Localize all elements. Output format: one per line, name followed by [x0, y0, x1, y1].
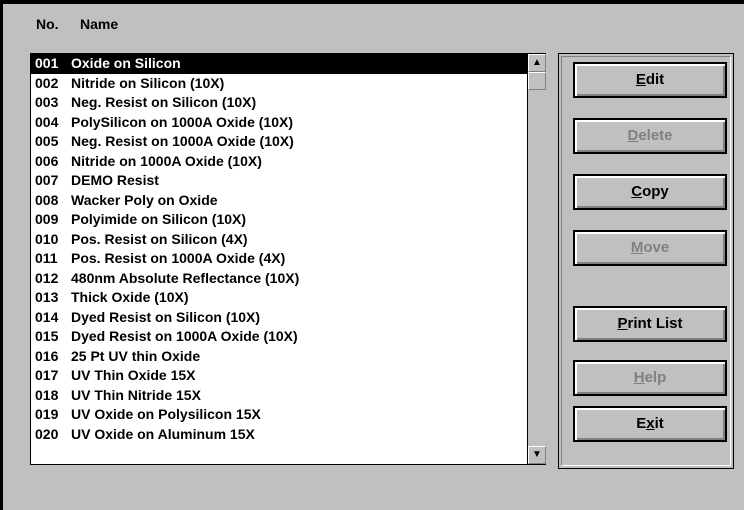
list-item-name: Nitride on Silicon (10X)	[71, 74, 225, 91]
list-item-number: 019	[35, 406, 59, 422]
recipe-listbox[interactable]: 001 Oxide on Silicon 002 Nitride on Silicon…	[30, 53, 546, 465]
list-item-name: Thick Oxide (10X)	[71, 289, 189, 305]
button-mnemonic: H	[633, 369, 645, 386]
scroll-down-button[interactable]: ▼	[528, 446, 546, 464]
column-header-name: Name	[80, 16, 119, 32]
list-item-name: Oxide on Silicon	[71, 55, 181, 71]
list-item[interactable]: 015 Dyed Resist on 1000A Oxide (10X)	[31, 327, 527, 347]
button-label-suffix: it	[654, 415, 664, 432]
edit-button[interactable]: Edit	[573, 62, 727, 98]
button-label-suffix: ove	[643, 239, 670, 256]
list-item[interactable]: 013 Thick Oxide (10X)	[31, 288, 527, 308]
scroll-thumb[interactable]	[528, 72, 546, 90]
list-header: No. Name	[0, 4, 744, 42]
list-item[interactable]: 019 UV Oxide on Polysilicon 15X	[31, 405, 527, 425]
list-item[interactable]: 012 480nm Absolute Reflectance (10X)	[31, 269, 527, 289]
list-item[interactable]: 004 PolySilicon on 1000A Oxide (10X)	[31, 113, 527, 133]
button-label-suffix: elete	[638, 127, 673, 144]
copy-button[interactable]: Copy	[573, 174, 727, 210]
exit-button[interactable]: Exit	[573, 406, 727, 442]
list-item[interactable]: 001 Oxide on Silicon	[31, 54, 527, 74]
delete-button[interactable]: Delete	[573, 118, 727, 154]
button-mnemonic: C	[631, 183, 643, 200]
button-mnemonic: x	[646, 415, 655, 432]
list-item-name: Polyimide on Silicon (10X)	[71, 211, 247, 227]
button-label-suffix: rint List	[627, 315, 683, 332]
list-item-name: Neg. Resist on Silicon (10X)	[71, 94, 257, 110]
list-item-number: 003	[35, 94, 59, 110]
list-item-name: PolySilicon on 1000A Oxide (10X)	[71, 113, 293, 130]
list-item-number: 005	[35, 133, 59, 149]
list-item-name: 25 Pt UV thin Oxide	[71, 347, 201, 364]
list-item-name: UV Oxide on Aluminum 15X	[71, 425, 255, 442]
button-mnemonic: M	[630, 239, 644, 256]
list-item-name: 480nm Absolute Reflectance (10X)	[71, 269, 300, 286]
list-item-number: 010	[35, 230, 59, 247]
list-item-number: 009	[35, 211, 59, 227]
list-item-name: Dyed Resist on Silicon (10X)	[71, 308, 261, 325]
list-item[interactable]: 010 Pos. Resist on Silicon (4X)	[31, 230, 527, 250]
list-item-number: 015	[35, 328, 59, 344]
button-label-prefix: E	[636, 415, 647, 432]
list-item[interactable]: 006 Nitride on 1000A Oxide (10X)	[31, 152, 527, 172]
move-button[interactable]: Move	[573, 230, 727, 266]
list-item[interactable]: 016 25 Pt UV thin Oxide	[31, 347, 527, 367]
list-item-number: 018	[35, 386, 59, 403]
list-item-number: 002	[35, 74, 59, 91]
list-item-name: Dyed Resist on 1000A Oxide (10X)	[71, 328, 298, 344]
list-item-name: Wacker Poly on Oxide	[71, 191, 218, 208]
list-item-number: 008	[35, 191, 59, 208]
list-item[interactable]: 011 Pos. Resist on 1000A Oxide (4X)	[31, 249, 527, 269]
list-item-name: Neg. Resist on 1000A Oxide (10X)	[71, 133, 294, 149]
list-item[interactable]: 008 Wacker Poly on Oxide	[31, 191, 527, 211]
button-label-suffix: elp	[644, 369, 667, 386]
list-item-number: 007	[35, 172, 59, 188]
help-button[interactable]: Help	[573, 360, 727, 396]
list-item[interactable]: 003 Neg. Resist on Silicon (10X)	[31, 93, 527, 113]
recipe-list[interactable]: 001 Oxide on Silicon 002 Nitride on Silicon…	[31, 54, 527, 464]
list-item[interactable]: 017 UV Thin Oxide 15X	[31, 366, 527, 386]
print-list-button[interactable]: Print List	[573, 306, 727, 342]
vertical-scrollbar[interactable]: ▲ ▼	[527, 54, 546, 464]
list-item-name: UV Thin Oxide 15X	[71, 367, 196, 383]
button-label-suffix: opy	[642, 183, 669, 200]
list-item-number: 012	[35, 269, 59, 286]
list-item-number: 017	[35, 367, 59, 383]
list-item-name: Pos. Resist on Silicon (4X)	[71, 230, 248, 247]
arrow-up-icon: ▲	[532, 57, 542, 68]
list-item-name: Pos. Resist on 1000A Oxide (4X)	[71, 250, 286, 266]
action-button-group: Edit Delete Copy Move Print List Help Exit	[558, 53, 734, 469]
list-item-name: UV Thin Nitride 15X	[71, 386, 201, 403]
list-item[interactable]: 009 Polyimide on Silicon (10X)	[31, 210, 527, 230]
button-mnemonic: P	[617, 315, 628, 332]
list-item-number: 016	[35, 347, 59, 364]
list-item-name: Nitride on 1000A Oxide (10X)	[71, 152, 262, 169]
window-left-border	[0, 0, 3, 510]
arrow-down-icon: ▼	[532, 449, 542, 460]
list-item[interactable]: 018 UV Thin Nitride 15X	[31, 386, 527, 406]
list-item-number: 004	[35, 113, 59, 130]
list-item-number: 006	[35, 152, 59, 169]
list-item-name: UV Oxide on Polysilicon 15X	[71, 406, 261, 422]
list-item-number: 013	[35, 289, 59, 305]
button-label-suffix: dit	[645, 71, 665, 88]
list-item[interactable]: 020 UV Oxide on Aluminum 15X	[31, 425, 527, 445]
button-mnemonic: E	[635, 71, 646, 88]
button-mnemonic: D	[627, 127, 639, 144]
list-item-number: 011	[35, 250, 58, 266]
list-item-name: DEMO Resist	[71, 172, 159, 188]
column-header-no: No.	[36, 16, 59, 32]
list-item-number: 001	[35, 55, 59, 71]
scroll-up-button[interactable]: ▲	[528, 54, 546, 72]
list-item[interactable]: 002 Nitride on Silicon (10X)	[31, 74, 527, 94]
list-item-number: 014	[35, 308, 59, 325]
list-item[interactable]: 014 Dyed Resist on Silicon (10X)	[31, 308, 527, 328]
list-item[interactable]: 007 DEMO Resist	[31, 171, 527, 191]
list-item-number: 020	[35, 425, 59, 442]
list-item[interactable]: 005 Neg. Resist on 1000A Oxide (10X)	[31, 132, 527, 152]
